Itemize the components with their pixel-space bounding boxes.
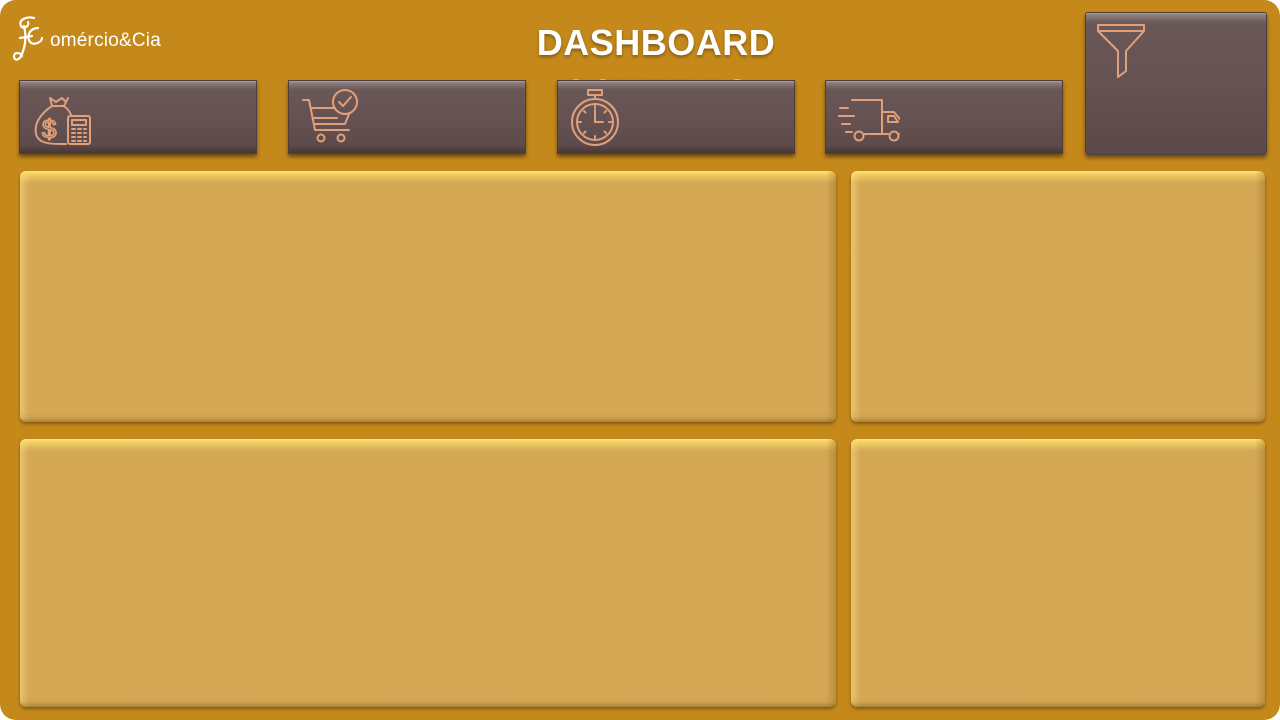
logo-text: omércio&Cia [50, 30, 161, 51]
funnel-filter-icon[interactable] [1096, 21, 1148, 83]
kpi-card-valor-compras[interactable]: $ [19, 80, 257, 154]
kpi-card-tempo[interactable] [557, 80, 795, 154]
chart-panel-top-right [851, 171, 1265, 422]
money-bag-calculator-icon: $ [34, 97, 91, 145]
shopping-cart-check-icon [302, 89, 358, 143]
chart-panel-bottom-right [851, 439, 1265, 707]
kpi-card-entregas[interactable] [825, 80, 1063, 154]
filter-panel[interactable] [1085, 12, 1267, 155]
kpi-card-pedidos[interactable] [288, 80, 526, 154]
chart-panel-bottom-left [20, 439, 836, 707]
page-title: DASHBOARD COMPRAS [536, 22, 776, 113]
logo-monogram-icon [12, 16, 44, 61]
svg-text:$: $ [42, 114, 57, 144]
stopwatch-icon [571, 89, 619, 146]
company-logo: omércio&Cia [12, 14, 161, 68]
chart-panel-top-left [20, 171, 836, 422]
delivery-truck-icon [838, 99, 900, 142]
dashboard-canvas: omércio&Cia DASHBOARD COMPRAS $ [0, 0, 1280, 720]
